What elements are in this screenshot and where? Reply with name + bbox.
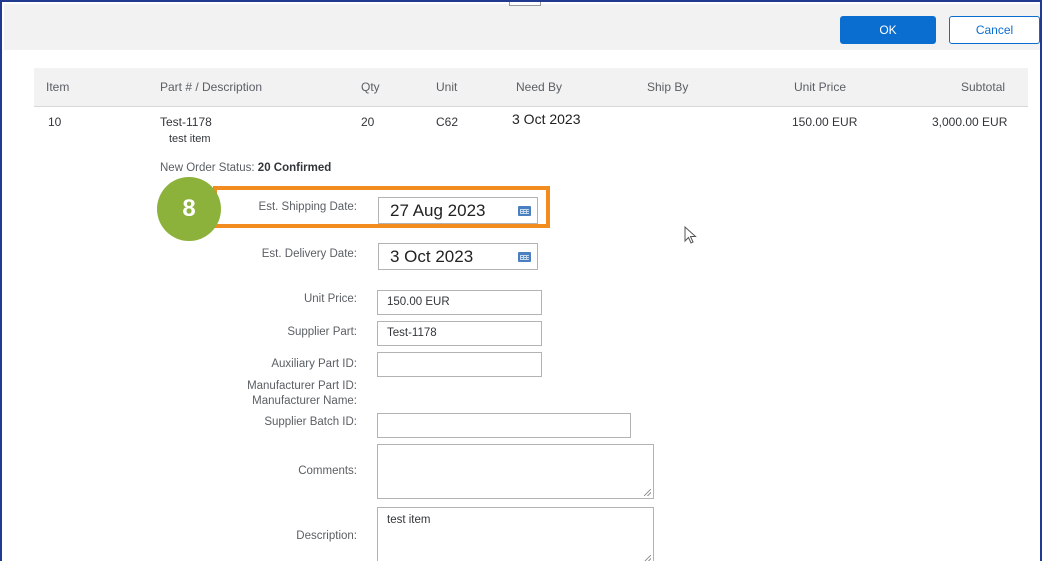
column-header-subtotal[interactable]: Subtotal: [961, 80, 1005, 94]
auxiliary-part-id-label: Auxiliary Part ID:: [271, 358, 357, 370]
resize-handle-icon[interactable]: [644, 489, 651, 496]
cancel-button[interactable]: Cancel: [949, 16, 1040, 44]
order-status-value: 20 Confirmed: [257, 162, 332, 174]
manufacturer-name-label: Manufacturer Name:: [252, 395, 357, 407]
column-header-part-description[interactable]: Part # / Description: [160, 80, 262, 94]
mouse-cursor-icon: [684, 226, 697, 244]
highlight-box: [213, 186, 550, 228]
supplier-batch-id-label: Supplier Batch ID:: [264, 416, 357, 428]
dialog-toolbar: OK Cancel: [4, 2, 1040, 50]
est-delivery-date-label: Est. Delivery Date:: [261, 248, 357, 260]
description-label: Description:: [296, 530, 357, 542]
row-unit: C62: [436, 115, 459, 129]
manufacturer-part-id-label: Manufacturer Part ID:: [247, 380, 357, 392]
column-header-qty[interactable]: Qty: [361, 80, 380, 94]
supplier-part-input[interactable]: Test-1178: [377, 321, 542, 346]
column-header-unit-price[interactable]: Unit Price: [794, 80, 846, 94]
order-status: New Order Status: 20 Confirmed: [160, 162, 331, 174]
unit-price-label: Unit Price:: [303, 293, 357, 305]
row-item-number: 10: [48, 115, 62, 129]
step-badge: 8: [157, 177, 221, 241]
column-header-unit[interactable]: Unit: [436, 80, 457, 94]
row-description: test item: [169, 133, 211, 145]
order-status-label: New Order Status:: [160, 162, 255, 174]
calendar-icon[interactable]: [518, 252, 531, 262]
dialog-frame: OK Cancel Item Part # / Description Qty …: [0, 0, 1042, 561]
ok-button[interactable]: OK: [840, 16, 936, 44]
est-delivery-date-field[interactable]: 3 Oct 2023: [378, 243, 538, 270]
column-header-item[interactable]: Item: [46, 80, 69, 94]
row-subtotal: 3,000.00 EUR: [932, 115, 1008, 129]
column-header-ship-by[interactable]: Ship By: [647, 80, 688, 94]
toolbar-tab-marker: [509, 2, 541, 6]
row-unit-price: 150.00 EUR: [792, 115, 858, 129]
comments-label: Comments:: [298, 465, 357, 477]
resize-handle-icon[interactable]: [644, 555, 651, 561]
line-items-table-header: Item Part # / Description Qty Unit Need …: [34, 68, 1028, 107]
row-part-number: Test-1178: [160, 115, 212, 129]
column-header-need-by[interactable]: Need By: [516, 80, 562, 94]
auxiliary-part-id-input[interactable]: [377, 352, 542, 377]
est-delivery-date-value: 3 Oct 2023: [390, 247, 474, 266]
unit-price-input[interactable]: 150.00 EUR: [377, 290, 542, 315]
description-textarea[interactable]: test item: [377, 507, 654, 561]
supplier-part-label: Supplier Part:: [287, 326, 357, 338]
comments-textarea[interactable]: [377, 444, 654, 499]
row-qty: 20: [361, 115, 375, 129]
row-need-by: 3 Oct 2023: [512, 111, 581, 127]
description-value: test item: [387, 514, 431, 526]
supplier-batch-id-input[interactable]: [377, 413, 631, 438]
